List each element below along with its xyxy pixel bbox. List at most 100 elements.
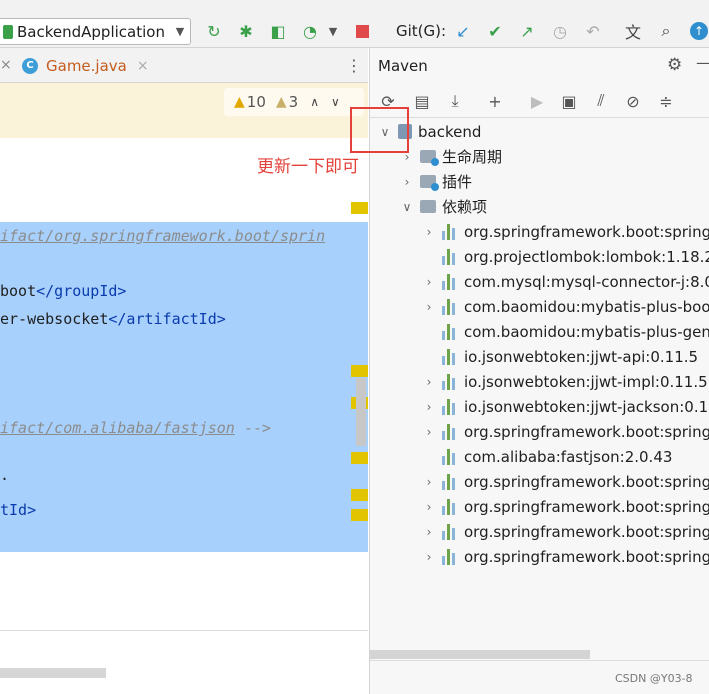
tree-item-dependency[interactable]: › org.springframework.boot:spring [422, 519, 709, 544]
collapse-all-icon[interactable]: ≑ [654, 89, 678, 113]
dependency-icon [442, 548, 458, 565]
chevron-right-icon[interactable]: › [422, 225, 436, 239]
chevron-down-icon[interactable]: ▼ [322, 20, 344, 42]
dependency-label: com.baomidou:mybatis-plus-gen [464, 322, 709, 341]
close-icon[interactable]: × [0, 57, 12, 73]
more-icon[interactable]: ⋮ [346, 56, 362, 75]
skip-tests-icon[interactable]: ⊘ [621, 89, 645, 113]
dependency-label: org.springframework.boot:spring [464, 522, 709, 541]
tree-item-dependency[interactable]: org.projectlombok:lombok:1.18.2 [422, 244, 709, 269]
maven-horizontal-scrollbar[interactable] [370, 650, 590, 659]
editor-horizontal-scrollbar[interactable] [0, 668, 106, 678]
maven-tool-window: Maven ⚙ — ⟳ ▤ ⤓ + ▶ ▣ ⫽ ⊘ ≑ ∨ backend › … [350, 48, 709, 694]
update-ide-icon[interactable]: ↑ [688, 20, 709, 42]
tab-game-java[interactable]: C Game.java × [14, 48, 149, 83]
tab-label: Game.java [46, 56, 127, 75]
code-comment-end: --> [234, 419, 271, 437]
gear-icon[interactable]: ⚙ [667, 55, 682, 75]
tree-item-dependency[interactable]: › org.springframework.boot:spring [422, 544, 709, 569]
chevron-right-icon[interactable]: › [422, 275, 436, 289]
rollback-icon[interactable]: ↶ [582, 20, 604, 42]
tree-item-dependency[interactable]: › io.jsonwebtoken:jjwt-impl:0.11.5 [422, 369, 708, 394]
add-icon[interactable]: + [483, 89, 507, 113]
spring-app-icon [3, 24, 13, 39]
editor-vertical-scrollbar[interactable] [356, 378, 366, 446]
highlight-box [350, 107, 409, 153]
tree-item-dependency[interactable]: › com.baomidou:mybatis-plus-boo [422, 294, 709, 319]
dependency-label: io.jsonwebtoken:jjwt-jackson:0.11 [464, 397, 709, 416]
run-icon[interactable]: ▶ [525, 89, 549, 113]
weak-warning-icon: ▲ [275, 94, 287, 110]
chevron-right-icon[interactable]: › [400, 175, 414, 189]
tree-item-dependency[interactable]: com.baomidou:mybatis-plus-gen [422, 319, 709, 344]
chevron-right-icon[interactable]: › [422, 525, 436, 539]
tree-node-lifecycle[interactable]: › 生命周期 [400, 144, 502, 169]
chevron-right-icon[interactable]: › [422, 550, 436, 564]
chevron-up-icon[interactable]: ∧ [310, 95, 319, 109]
selected-code-region[interactable]: ifact/org.springframework.boot/sprin boo… [0, 222, 368, 552]
maven-title: Maven [378, 56, 428, 75]
code-line: ifact/org.springframework.boot/sprin [0, 227, 325, 245]
git-label: Git(G): [396, 22, 447, 40]
git-commit-icon[interactable]: ✔ [484, 20, 506, 42]
warning-stripe-mark[interactable] [351, 509, 368, 521]
tree-node-label: 生命周期 [442, 148, 503, 166]
git-push-icon[interactable]: ↗ [516, 20, 538, 42]
dependency-icon [442, 398, 458, 415]
chevron-right-icon[interactable]: › [422, 400, 436, 414]
code-comment: ifact/com.alibaba/fastjson [0, 419, 235, 437]
toggle-offline-icon[interactable]: ⫽ [589, 89, 613, 113]
chevron-down-icon[interactable]: ∨ [331, 95, 340, 109]
stop-icon[interactable] [351, 20, 373, 42]
history-icon[interactable]: ◷ [549, 20, 571, 42]
search-icon[interactable]: ⌕ [655, 20, 677, 42]
warning-stripe-mark[interactable] [351, 489, 368, 501]
tree-item-dependency[interactable]: com.alibaba:fastjson:2.0.43 [422, 444, 672, 469]
run-config-dropdown[interactable]: BackendApplication ▼ [0, 18, 191, 45]
dependency-icon [442, 223, 458, 240]
chevron-right-icon[interactable]: › [422, 425, 436, 439]
chevron-down-icon[interactable]: ∨ [400, 200, 414, 214]
tree-item-dependency[interactable]: › io.jsonwebtoken:jjwt-jackson:0.11 [422, 394, 709, 419]
dependencies-folder-icon [420, 200, 436, 213]
coverage-icon[interactable]: ◧ [267, 20, 289, 42]
dependency-label: io.jsonwebtoken:jjwt-api:0.11.5 [464, 347, 699, 366]
tree-item-dependency[interactable]: › org.springframework.boot:spring [422, 219, 709, 244]
tree-item-dependency[interactable]: › com.mysql:mysql-connector-j:8.0 [422, 269, 709, 294]
plugins-folder-icon [420, 175, 439, 191]
dependency-label: org.springframework.boot:spring [464, 547, 709, 566]
tree-item-dependency[interactable]: › org.springframework.boot:spring [422, 419, 709, 444]
dependency-label: org.springframework.boot:spring [464, 472, 709, 491]
rerun-icon[interactable]: ↻ [203, 20, 225, 42]
tree-node-plugins[interactable]: › 插件 [400, 169, 472, 194]
chevron-right-icon[interactable]: › [422, 475, 436, 489]
warning-stripe-mark[interactable] [351, 452, 368, 464]
execute-goal-icon[interactable]: ▣ [557, 89, 581, 113]
debug-icon[interactable]: ✱ [235, 20, 257, 42]
chevron-right-icon[interactable]: › [422, 375, 436, 389]
warning-stripe-mark[interactable] [351, 202, 368, 214]
git-update-icon[interactable]: ↙ [452, 20, 474, 42]
inspection-widget[interactable]: ▲ 10 ▲ 3 ∧ ∨ [224, 88, 364, 116]
chevron-right-icon[interactable]: › [422, 500, 436, 514]
tree-item-dependency[interactable]: › org.springframework.boot:spring [422, 469, 709, 494]
minimize-icon[interactable]: — [696, 53, 709, 72]
tree-item-dependency[interactable]: io.jsonwebtoken:jjwt-api:0.11.5 [422, 344, 698, 369]
profile-icon[interactable]: ◔ [299, 20, 321, 42]
weak-warnings-count: 3 [288, 93, 299, 111]
watermark-text: CSDN @Y03-8 [615, 672, 693, 685]
download-icon[interactable]: ⤓ [443, 89, 467, 113]
warning-stripe-mark[interactable] [351, 365, 368, 377]
dependency-icon [442, 373, 458, 390]
chevron-right-icon[interactable]: › [422, 300, 436, 314]
close-icon[interactable]: × [137, 58, 149, 74]
generate-sources-icon[interactable]: ▤ [410, 89, 434, 113]
dependency-label: com.alibaba:fastjson:2.0.43 [464, 447, 673, 466]
dependency-label: io.jsonwebtoken:jjwt-impl:0.11.5 [464, 372, 708, 391]
tree-node-dependencies[interactable]: ∨ 依赖项 [400, 194, 487, 219]
tree-item-dependency[interactable]: › org.springframework.boot:spring [422, 494, 709, 519]
run-config-label: BackendApplication [17, 22, 165, 41]
translate-icon[interactable]: 文 [622, 20, 644, 42]
dependency-icon [442, 523, 458, 540]
maven-header: Maven [370, 48, 709, 83]
